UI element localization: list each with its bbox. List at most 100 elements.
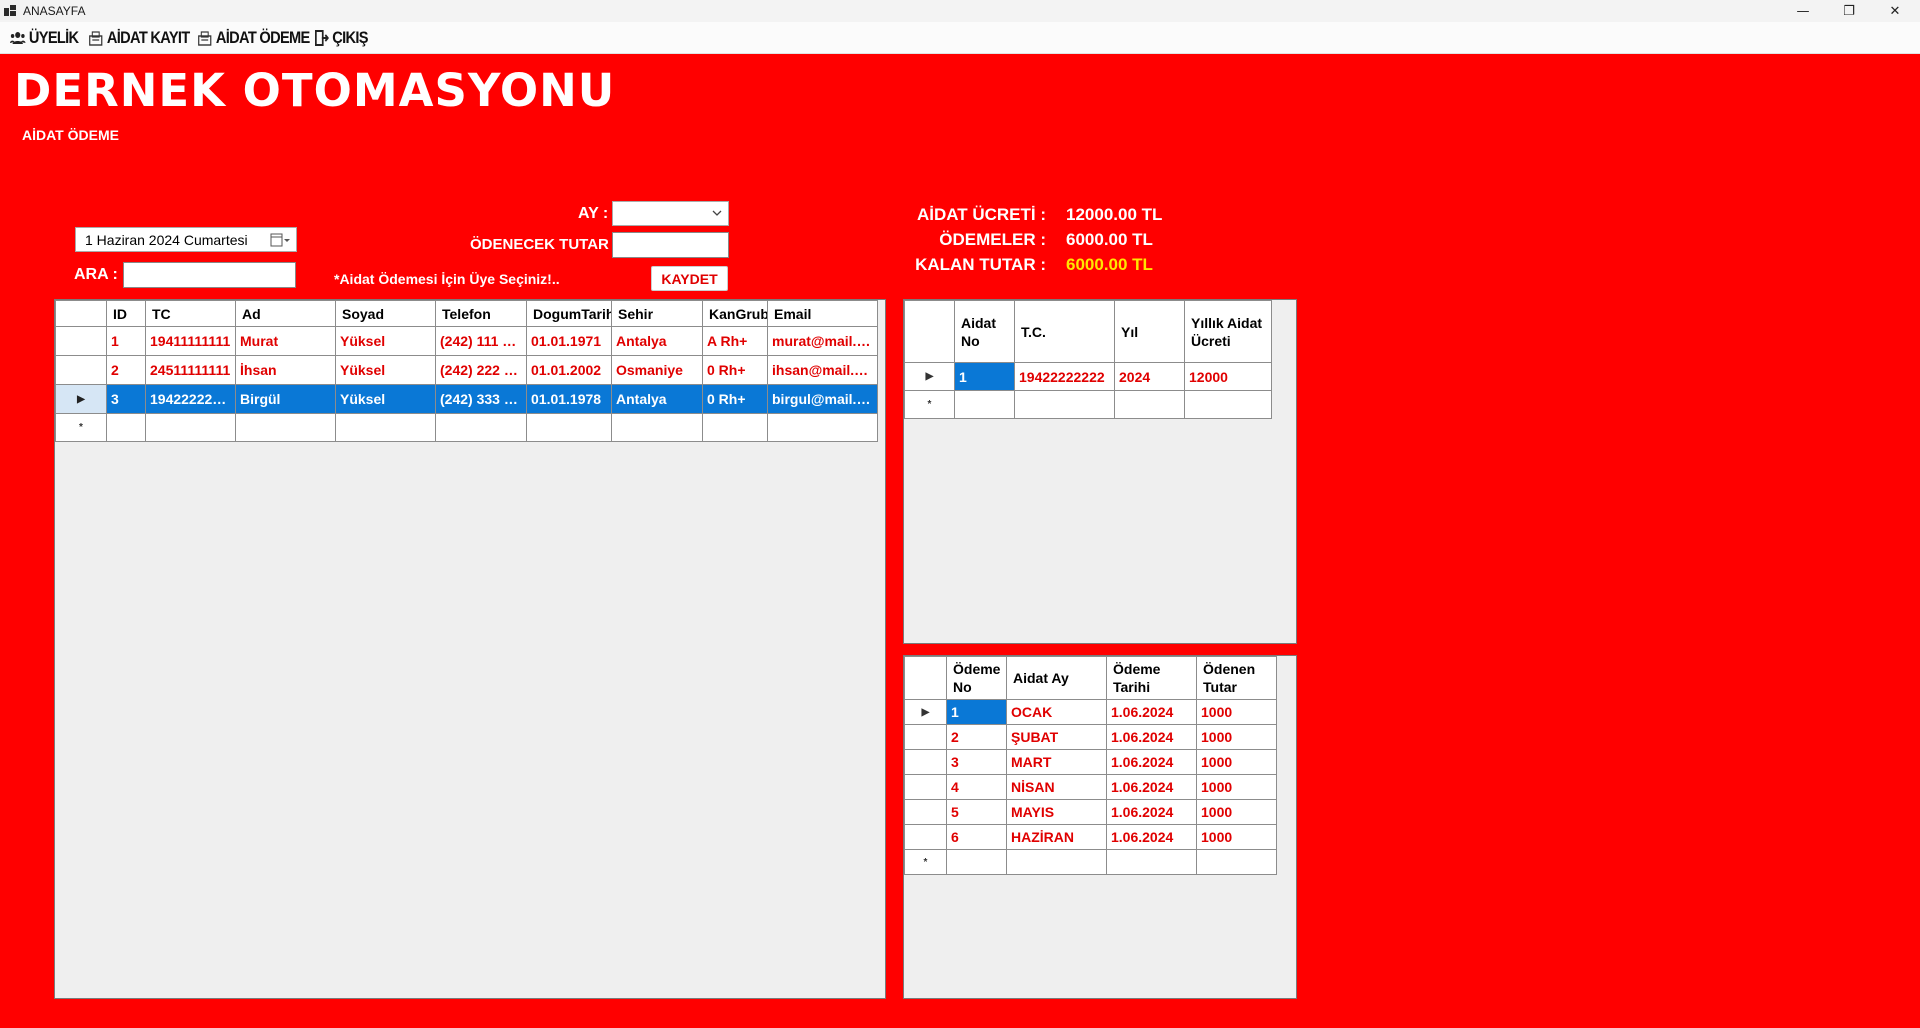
table-cell[interactable]: MART <box>1006 749 1107 775</box>
table-row[interactable]: ▶ 1 OCAK 1.06.2024 1000 <box>904 699 1277 725</box>
table-cell[interactable]: 1 <box>106 326 146 356</box>
row-header[interactable] <box>904 724 947 750</box>
table-row-selected[interactable]: ▶ 3 19422222222 Birgül Yüksel (242) 333 … <box>55 384 878 414</box>
calendar-dropdown-icon[interactable] <box>270 233 290 247</box>
table-cell[interactable]: 1.06.2024 <box>1106 799 1197 825</box>
table-cell[interactable]: İhsan <box>235 355 336 385</box>
table-cell[interactable]: Yüksel <box>335 355 436 385</box>
table-cell[interactable]: 5 <box>946 799 1007 825</box>
menu-item-cikis[interactable]: ÇIKIŞ <box>315 27 368 49</box>
table-cell[interactable]: 1.06.2024 <box>1106 749 1197 775</box>
table-cell[interactable]: Birgül <box>235 384 336 414</box>
row-header[interactable] <box>904 774 947 800</box>
column-header[interactable]: T.C. <box>1014 300 1115 363</box>
amount-input[interactable] <box>612 232 729 258</box>
search-input[interactable] <box>123 262 296 288</box>
new-row[interactable]: * <box>55 413 878 442</box>
column-header[interactable]: Ödenen Tutar <box>1196 656 1277 700</box>
column-header[interactable]: Ödeme No <box>946 656 1007 700</box>
month-select[interactable] <box>612 201 729 226</box>
menu-item-aidat-kayit[interactable]: AİDAT KAYIT <box>88 27 190 49</box>
table-cell[interactable]: 1000 <box>1196 799 1277 825</box>
row-header[interactable] <box>904 799 947 825</box>
new-row-icon[interactable]: * <box>904 390 955 419</box>
table-cell[interactable]: birgul@mail.com <box>767 384 878 414</box>
table-cell[interactable]: Antalya <box>611 326 703 356</box>
table-cell[interactable]: Osmaniye <box>611 355 703 385</box>
table-cell[interactable]: 6 <box>946 824 1007 850</box>
table-cell[interactable]: A Rh+ <box>702 326 768 356</box>
table-cell[interactable]: 1000 <box>1196 699 1277 725</box>
table-cell[interactable]: 19422222222 <box>1014 362 1115 391</box>
table-cell[interactable]: 1 <box>946 699 1007 725</box>
table-cell[interactable]: 01.01.2002 <box>526 355 612 385</box>
menu-item-aidat-odeme[interactable]: AİDAT ÖDEME <box>197 27 310 49</box>
new-row-icon[interactable]: * <box>55 413 107 442</box>
row-header[interactable] <box>904 749 947 775</box>
minimize-button[interactable]: — <box>1780 0 1826 22</box>
table-row[interactable]: 6 HAZİRAN 1.06.2024 1000 <box>904 824 1277 850</box>
table-cell[interactable]: Antalya <box>611 384 703 414</box>
table-cell[interactable]: 1.06.2024 <box>1106 724 1197 750</box>
table-cell[interactable]: 2 <box>106 355 146 385</box>
row-pointer-icon[interactable]: ▶ <box>904 699 947 725</box>
row-header[interactable] <box>904 824 947 850</box>
new-row-icon[interactable]: * <box>904 849 947 875</box>
new-row[interactable]: * <box>904 849 1277 875</box>
column-header[interactable]: Ad <box>235 300 336 327</box>
members-grid[interactable]: ID TC Ad Soyad Telefon DogumTarihi Sehir… <box>54 299 886 999</box>
table-cell[interactable]: MAYIS <box>1006 799 1107 825</box>
column-header[interactable]: DogumTarihi <box>526 300 612 327</box>
table-cell[interactable]: 1000 <box>1196 724 1277 750</box>
column-header[interactable]: Sehir <box>611 300 703 327</box>
table-cell[interactable]: 01.01.1971 <box>526 326 612 356</box>
table-cell[interactable]: 1.06.2024 <box>1106 824 1197 850</box>
column-header[interactable]: Yıllık Aidat Ücreti <box>1184 300 1272 363</box>
maximize-button[interactable]: ❐ <box>1826 0 1872 22</box>
table-cell[interactable]: 4 <box>946 774 1007 800</box>
table-row[interactable]: 4 NİSAN 1.06.2024 1000 <box>904 774 1277 800</box>
column-header[interactable]: Yıl <box>1114 300 1185 363</box>
table-cell[interactable]: ihsan@mail.com <box>767 355 878 385</box>
table-cell[interactable]: (242) 333 33 33 <box>435 384 527 414</box>
table-cell[interactable]: 0 Rh+ <box>702 384 768 414</box>
table-row[interactable]: ▶ 1 19422222222 2024 12000 <box>904 362 1272 391</box>
table-cell[interactable]: Murat <box>235 326 336 356</box>
table-cell[interactable]: 19422222222 <box>145 384 236 414</box>
column-header[interactable]: TC <box>145 300 236 327</box>
table-cell[interactable]: 3 <box>946 749 1007 775</box>
close-button[interactable]: ✕ <box>1872 0 1918 22</box>
table-cell[interactable]: Yüksel <box>335 384 436 414</box>
menu-item-uyelik[interactable]: ÜYELİK <box>10 27 79 49</box>
column-header[interactable]: Aidat No <box>954 300 1015 363</box>
column-header[interactable]: Email <box>767 300 878 327</box>
table-cell[interactable]: 1.06.2024 <box>1106 774 1197 800</box>
table-cell[interactable]: (242) 222 22 22 <box>435 355 527 385</box>
table-row[interactable]: 2 ŞUBAT 1.06.2024 1000 <box>904 724 1277 750</box>
column-header[interactable]: ID <box>106 300 146 327</box>
column-header[interactable]: Soyad <box>335 300 436 327</box>
row-pointer-icon[interactable]: ▶ <box>904 362 955 391</box>
table-cell[interactable]: 12000 <box>1184 362 1272 391</box>
table-cell[interactable]: 0 Rh+ <box>702 355 768 385</box>
row-pointer-icon[interactable]: ▶ <box>55 384 107 414</box>
table-cell[interactable]: (242) 111 11 11 <box>435 326 527 356</box>
table-row[interactable]: 5 MAYIS 1.06.2024 1000 <box>904 799 1277 825</box>
table-cell[interactable]: 3 <box>106 384 146 414</box>
table-row[interactable]: 1 19411111111 Murat Yüksel (242) 111 11 … <box>55 326 878 356</box>
column-header[interactable]: Ödeme Tarihi <box>1106 656 1197 700</box>
new-row[interactable]: * <box>904 390 1272 419</box>
table-cell[interactable]: 1000 <box>1196 774 1277 800</box>
column-header[interactable]: Telefon <box>435 300 527 327</box>
table-cell[interactable]: OCAK <box>1006 699 1107 725</box>
table-cell[interactable]: 19411111111 <box>145 326 236 356</box>
table-cell[interactable]: ŞUBAT <box>1006 724 1107 750</box>
table-cell[interactable]: 1000 <box>1196 749 1277 775</box>
table-cell[interactable]: 1.06.2024 <box>1106 699 1197 725</box>
save-button[interactable]: KAYDET <box>651 266 728 291</box>
annual-fees-grid[interactable]: Aidat No T.C. Yıl Yıllık Aidat Ücreti ▶ … <box>903 299 1297 644</box>
table-cell[interactable]: 2 <box>946 724 1007 750</box>
table-cell[interactable]: HAZİRAN <box>1006 824 1107 850</box>
table-cell[interactable]: 24511111111 <box>145 355 236 385</box>
table-cell[interactable]: murat@mail.com <box>767 326 878 356</box>
